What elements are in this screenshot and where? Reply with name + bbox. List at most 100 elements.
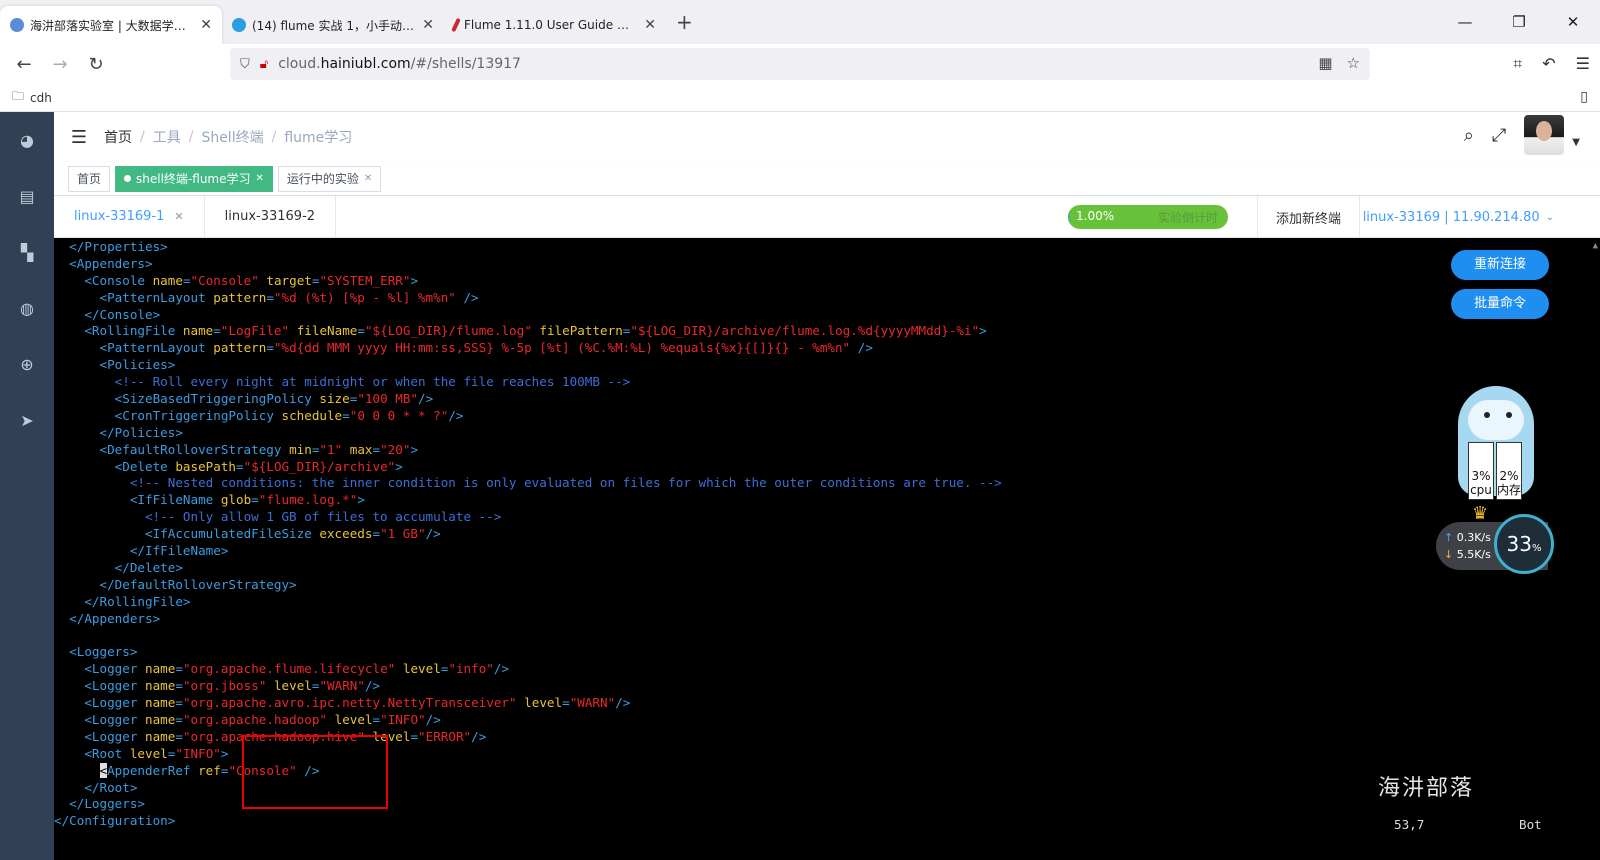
address-bar[interactable]: ⛉ 🔓︎ cloud.hainiubl.com/#/shells/13917 ▦… (230, 48, 1370, 80)
tag-label: 运行中的实验 (286, 171, 359, 186)
close-window-icon[interactable]: ✕ (1546, 13, 1600, 31)
bookmark-folder[interactable]: cdh (30, 91, 52, 105)
browser-tab-1[interactable]: 海汫部落实验室 | 大数据学习云 ✕ (0, 6, 222, 44)
terminal-token: <Logger (84, 678, 146, 694)
scroll-up-icon[interactable]: ▲ (1593, 238, 1598, 255)
tab-title: 海汫部落实验室 | 大数据学习云 (30, 18, 195, 33)
bookmarks-bar: 🗀 cdh ▯ (0, 84, 1600, 112)
terminal-tab-2[interactable]: linux-33169-2 (205, 196, 337, 237)
terminal-token: = (175, 728, 183, 744)
terminal-line: <Logger name="org.jboss" level="WARN"/> (54, 678, 1600, 695)
forward-icon[interactable]: → (42, 54, 78, 75)
terminal-token: = (342, 407, 350, 423)
highlight-box (242, 735, 388, 809)
active-dot-icon (124, 175, 132, 182)
restore-icon[interactable]: ❐ (1492, 13, 1546, 31)
terminal-token: <RollingFile (84, 323, 183, 339)
terminal-screen[interactable]: </Properties> <Appenders> <Console name=… (54, 238, 1600, 860)
batch-command-button[interactable]: 批量命令 (1451, 289, 1549, 319)
terminal-token: pattern (213, 289, 267, 305)
terminal-token: = (175, 695, 183, 711)
terminal-token: </RollingFile> (84, 593, 191, 609)
close-icon[interactable]: ✕ (644, 17, 656, 33)
menu-icon[interactable]: ☰ (1576, 54, 1590, 74)
terminal-line: <Policies> (54, 357, 1600, 374)
server-select[interactable]: linux-33169 | 11.90.214.80 ⌄ (1363, 196, 1554, 238)
avatar[interactable] (1524, 115, 1565, 155)
minimize-icon[interactable]: — (1438, 13, 1492, 31)
terminal-token: level (524, 695, 563, 711)
terminal-tab-1[interactable]: linux-33169-1 ✕ (54, 196, 205, 237)
star-icon[interactable]: ☆ (1347, 54, 1360, 72)
document-icon[interactable]: ▤ (0, 168, 54, 224)
terminal-token: name (145, 678, 176, 694)
qr-code-icon[interactable]: ▦ (1318, 54, 1332, 72)
back-icon[interactable]: ← (6, 54, 42, 75)
terminal-token: name (145, 661, 176, 677)
terminal-token: "ERROR" (418, 728, 472, 744)
tag-home[interactable]: 首页 (68, 165, 111, 192)
terminal-token: /> (471, 728, 487, 744)
memory-gauge[interactable]: 33% (1494, 514, 1554, 574)
mobile-icon[interactable]: ▯ (1580, 89, 1588, 105)
undo-icon[interactable]: ↶ (1542, 54, 1555, 74)
terminal-token: min (289, 441, 312, 457)
dashboard-icon[interactable]: ◕ (0, 112, 54, 168)
terminal-line: </Configuration> (54, 813, 1600, 830)
crop-icon[interactable]: ⌗ (1513, 54, 1522, 74)
terminal-token: fileName (296, 323, 358, 339)
server-label: linux-33169 | 11.90.214.80 (1362, 209, 1540, 225)
close-icon[interactable]: ✕ (174, 210, 183, 223)
shield-icon[interactable]: ⛉ (240, 57, 250, 72)
browser-tab-3[interactable]: Flume 1.11.0 User Guide — A ✕ (444, 6, 666, 44)
apps-icon[interactable]: ▚ (0, 224, 54, 280)
fullscreen-icon[interactable]: ⤢ (1492, 125, 1506, 146)
target-icon[interactable]: ⊕ (0, 336, 54, 392)
globe-icon[interactable]: ◍ (0, 280, 54, 336)
search-icon[interactable]: ⌕ (1464, 125, 1474, 146)
menu-toggle-icon[interactable]: ☰ (54, 127, 104, 148)
caret-down-icon[interactable]: ▼ (1572, 137, 1580, 148)
close-icon[interactable]: ✕ (422, 17, 434, 33)
tag-shell-flume[interactable]: shell终端-flume学习 ✕ (115, 165, 273, 192)
terminal-line: <CronTriggeringPolicy schedule="0 0 0 * … (54, 408, 1600, 425)
tag-running-labs[interactable]: 运行中的实验 ✕ (277, 165, 382, 192)
close-icon[interactable]: ✕ (256, 167, 264, 191)
terminal-token: = (410, 728, 419, 744)
close-icon[interactable]: ✕ (364, 167, 372, 191)
tags-view: 首页 shell终端-flume学习 ✕ 运行中的实验 ✕ (54, 162, 1600, 196)
terminal-token: <!-- Nested conditions: the inner condit… (129, 475, 1002, 491)
add-terminal-button[interactable]: 添加新终端 (1256, 196, 1360, 238)
lock-icon[interactable]: 🔓︎ (260, 57, 268, 72)
terminal-line: </RollingFile> (54, 594, 1600, 611)
breadcrumb-tools[interactable]: 工具 (153, 127, 181, 147)
browser-tab-2[interactable]: (14) flume 实战 1，小手动起来 ✕ (222, 6, 444, 44)
terminal-token: "org.apache.hadoop" (182, 711, 328, 727)
breadcrumb-shell[interactable]: Shell终端 (201, 127, 263, 147)
mascot-eye (1484, 412, 1490, 418)
reload-icon[interactable]: ↻ (78, 54, 114, 75)
breadcrumb-flume: flume学习 (284, 130, 353, 146)
new-tab-icon[interactable]: + (676, 10, 693, 34)
upload-arrow-icon: ↑ (1444, 531, 1454, 544)
send-icon[interactable]: ➤ (0, 392, 54, 448)
terminal-token: basePath (175, 458, 237, 474)
terminal-token: size (319, 391, 350, 407)
terminal-token: level (334, 711, 373, 727)
reconnect-button[interactable]: 重新连接 (1451, 250, 1549, 280)
breadcrumb-separator: / (188, 129, 194, 145)
close-icon[interactable]: ✕ (200, 17, 212, 33)
terminal-token: </Properties> (69, 239, 168, 254)
breadcrumb-home[interactable]: 首页 (104, 127, 132, 147)
terminal-token: "%d (%t) [%p - %l] %m%n" (273, 289, 456, 305)
